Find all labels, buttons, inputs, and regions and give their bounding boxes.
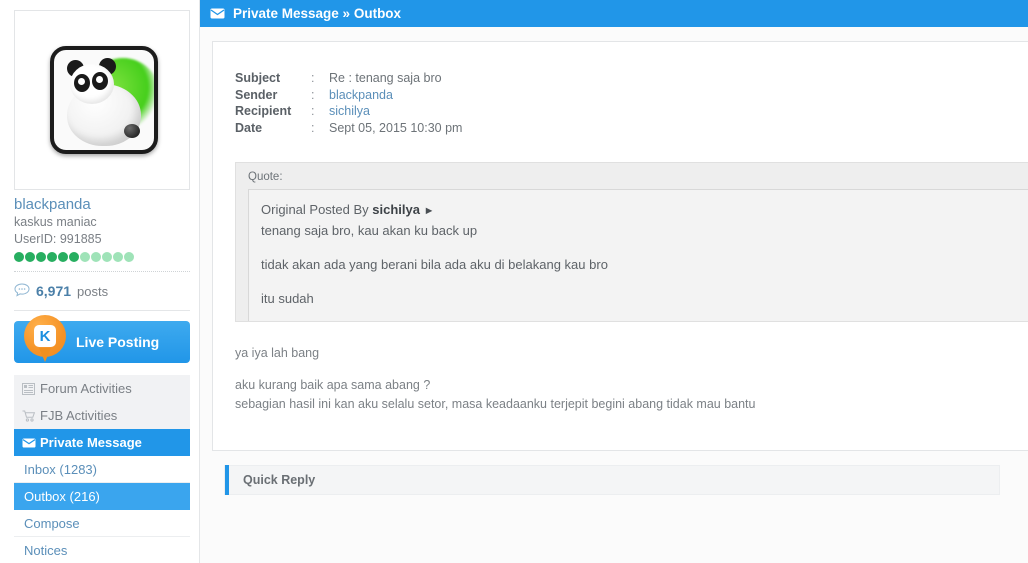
date-value: Sept 05, 2015 10:30 pm: [329, 120, 463, 135]
recipient-value[interactable]: sichilya: [329, 103, 370, 120]
kaskus-pin-icon: K: [24, 315, 66, 362]
reputation-dot: [91, 252, 101, 262]
quote-inner: Original Posted By sichilya ► tenang saj…: [248, 189, 1028, 321]
sidebar-item-compose[interactable]: Compose: [14, 510, 190, 537]
sender-value[interactable]: blackpanda: [329, 87, 393, 104]
sidebar-item-label: Outbox (216): [24, 489, 100, 504]
quick-reply-header[interactable]: Quick Reply: [224, 465, 1000, 495]
sidebar-item-notices[interactable]: Notices: [14, 537, 190, 563]
reputation-dots: [14, 252, 190, 262]
quick-reply-label: Quick Reply: [243, 473, 316, 487]
topbar: Private Message » Outbox: [200, 0, 1028, 27]
sidebar-item-label: Compose: [24, 515, 80, 531]
envelope-icon: [22, 438, 40, 448]
sidebar-item-forum-activities[interactable]: Forum Activities: [14, 375, 190, 402]
profile-userid: UserID: 991885: [14, 232, 102, 246]
message-body: ya iya lah bang aku kurang baik apa sama…: [235, 344, 1028, 414]
profile-card: [14, 10, 190, 190]
subject-colon: :: [311, 71, 315, 85]
sidebar-item-label: Notices: [24, 542, 68, 558]
sender-label: Sender: [235, 87, 278, 102]
content-area: Subject : Re : tenang saja bro Sender : …: [200, 27, 1028, 495]
posts-row: 6,971 posts: [14, 280, 200, 302]
field-sender: Sender : blackpanda: [235, 87, 1028, 104]
quote-author-prefix: Original Posted By: [261, 202, 369, 217]
recipient-colon: :: [311, 104, 315, 118]
sidebar: blackpanda kaskus maniac UserID: 991885 …: [0, 0, 200, 563]
quote-line: tenang saja bro, kau akan ku back up: [261, 223, 478, 238]
field-date: Date : Sept 05, 2015 10:30 pm: [235, 120, 1028, 137]
avatar[interactable]: [23, 19, 185, 181]
sidebar-item-label: Private Message: [40, 435, 142, 450]
shopping-cart-icon: [22, 410, 40, 422]
quote-label: Quote:: [248, 171, 283, 183]
reputation-dot: [102, 252, 112, 262]
date-label: Date: [235, 120, 263, 135]
sender-colon: :: [311, 87, 315, 102]
kaskus-logo-letter: K: [34, 325, 56, 347]
page-root: blackpanda kaskus maniac UserID: 991885 …: [0, 0, 1028, 563]
quote-line: tidak akan ada yang berani bila ada aku …: [261, 257, 608, 272]
window-grid-icon: [22, 382, 40, 395]
quote-block: Quote: Original Posted By sichilya ► ten…: [235, 162, 1028, 322]
quote-author-line: Original Posted By sichilya ►: [261, 200, 1028, 221]
subject-label: Subject: [235, 71, 281, 85]
panda-avatar-icon: [50, 46, 158, 154]
sidebar-item-outbox-216[interactable]: Outbox (216): [14, 483, 190, 510]
field-subject: Subject : Re : tenang saja bro: [235, 70, 1028, 87]
reputation-dot: [58, 252, 68, 262]
profile-rank: kaskus maniac: [14, 215, 97, 229]
reputation-dot: [36, 252, 46, 262]
sidebar-nav: Forum Activities FJB Activities Private Me…: [14, 375, 190, 563]
body-line: aku kurang baik apa sama abang ?: [235, 378, 431, 392]
reputation-dot: [80, 252, 90, 262]
body-line: ya iya lah bang: [235, 346, 320, 360]
quick-reply-accent-bar: [225, 465, 229, 495]
live-posting-label: Live Posting: [76, 334, 160, 350]
sidebar-item-label: FJB Activities: [40, 408, 118, 423]
sidebar-item-label: Inbox (1283): [24, 461, 97, 477]
recipient-label: Recipient: [235, 104, 292, 118]
posts-count: 6,971: [36, 283, 72, 299]
main-content: Private Message » Outbox Subject : Re : …: [200, 0, 1028, 563]
reputation-dot: [25, 252, 35, 262]
sidebar-item-inbox-1283[interactable]: Inbox (1283): [14, 456, 190, 483]
reputation-dot: [47, 252, 57, 262]
sidebar-item-label: Forum Activities: [40, 381, 132, 396]
quote-line: itu sudah: [261, 291, 314, 306]
reputation-dot: [124, 252, 134, 262]
comment-bubble-icon: [14, 282, 30, 300]
sidebar-item-private-message[interactable]: Private Message: [14, 429, 190, 456]
subject-value: Re : tenang saja bro: [329, 71, 442, 85]
reputation-dot: [113, 252, 123, 262]
sidebar-separator: [14, 310, 190, 311]
envelope-icon: [210, 8, 225, 19]
posts-label: posts: [77, 283, 109, 299]
live-posting-button[interactable]: K Live Posting: [14, 315, 190, 363]
sidebar-item-fjb-activities[interactable]: FJB Activities: [14, 402, 190, 429]
quote-author-name[interactable]: sichilya: [372, 202, 420, 217]
message-box: Subject : Re : tenang saja bro Sender : …: [212, 41, 1028, 451]
reputation-dot: [69, 252, 79, 262]
profile-username[interactable]: blackpanda: [14, 196, 190, 214]
body-line: sebagian hasil ini kan aku selalu setor,…: [235, 397, 756, 411]
topbar-title: Private Message » Outbox: [233, 6, 402, 21]
date-colon: :: [311, 120, 315, 135]
field-recipient: Recipient : sichilya: [235, 103, 1028, 120]
quote-arrow-icon[interactable]: ►: [424, 205, 435, 217]
reputation-dot: [14, 252, 24, 262]
profile-separator: [14, 271, 190, 272]
message-fields: Subject : Re : tenang saja bro Sender : …: [213, 42, 1028, 136]
